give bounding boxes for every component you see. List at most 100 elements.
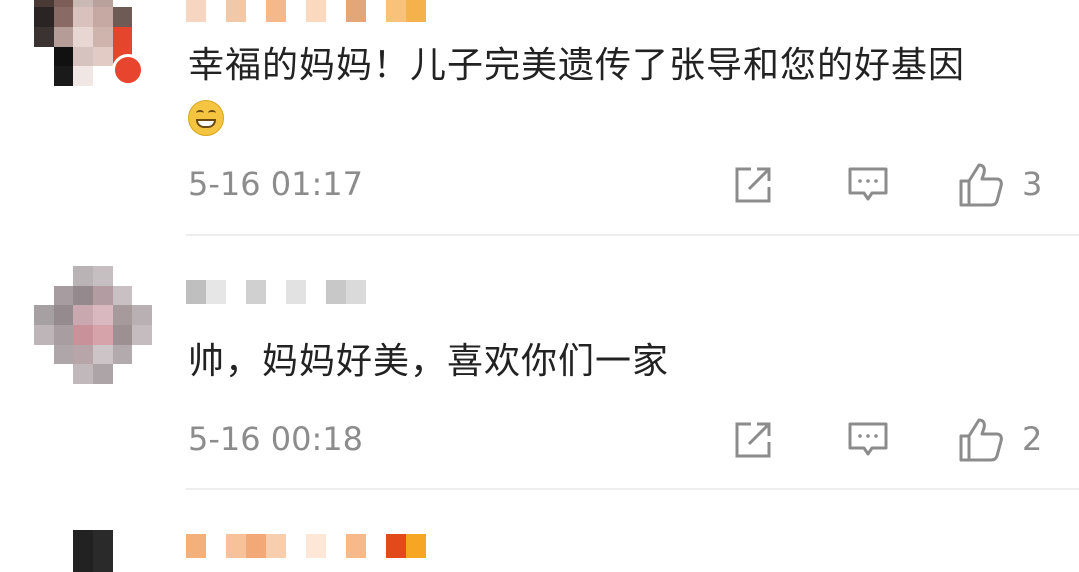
avatar-pixel [92, 66, 113, 86]
avatar-pixel [53, 305, 74, 325]
avatar-pixel [92, 530, 113, 572]
username-pixel [366, 534, 386, 558]
avatar-pixel [73, 285, 93, 306]
username-pixel [286, 280, 306, 304]
username-pixel [346, 534, 366, 558]
avatar-pixel [112, 305, 133, 325]
avatar-pixel [73, 364, 93, 384]
avatar-pixel [132, 364, 152, 384]
avatar-pixel [53, 266, 74, 286]
like-count: 2 [1022, 420, 1043, 458]
avatar-pixel [34, 285, 54, 306]
username-pixel [226, 534, 246, 558]
avatar-pixel [34, 530, 54, 572]
username-pixel [286, 534, 306, 558]
avatar-pixel [53, 364, 74, 384]
username-pixel [266, 534, 286, 558]
username-pixel [306, 534, 326, 558]
username-pixel [406, 534, 426, 558]
avatar-pixel [112, 266, 133, 286]
avatar-pixel [73, 324, 93, 345]
username-pixel [226, 0, 246, 22]
avatar-pixel [73, 266, 93, 286]
username-pixel [186, 534, 206, 558]
avatar-pixel [73, 0, 93, 8]
avatar-pixel [34, 364, 54, 384]
like-count: 3 [1022, 165, 1043, 203]
comment-text: 幸福的妈妈！儿子完美遗传了张导和您的好基因 [188, 45, 966, 86]
username-pixel [246, 280, 266, 304]
avatar-pixel [73, 26, 93, 47]
avatar-pixel [112, 364, 133, 384]
avatar-pixel [132, 7, 152, 27]
username-pixel [326, 534, 346, 558]
avatar-pixel [34, 46, 54, 67]
username-pixel [186, 280, 206, 304]
avatar[interactable] [34, 530, 152, 572]
username-pixel [226, 280, 246, 304]
share-icon[interactable] [731, 163, 775, 207]
avatar-pixel [92, 364, 113, 384]
avatar-pixel [73, 66, 93, 86]
like-icon[interactable] [957, 161, 1005, 209]
avatar-pixel [112, 26, 133, 47]
avatar-pixel [53, 66, 74, 86]
username-pixel [246, 534, 266, 558]
username-pixel [346, 280, 366, 304]
avatar[interactable] [34, 266, 152, 384]
comment-time: 5-16 01:17 [188, 165, 364, 203]
username-pixel [366, 0, 386, 22]
avatar-pixel [92, 266, 113, 286]
like-icon[interactable] [957, 416, 1005, 464]
reply-icon[interactable] [846, 163, 890, 207]
avatar-pixel [34, 0, 54, 8]
avatar-pixel [34, 324, 54, 345]
username[interactable] [186, 280, 366, 304]
avatar-pixel [34, 66, 54, 86]
username[interactable] [186, 534, 426, 558]
avatar-pixel [53, 0, 74, 8]
avatar-pixel [92, 7, 113, 27]
avatar-pixel [34, 266, 54, 286]
username-pixel [386, 0, 406, 22]
username-pixel [206, 280, 226, 304]
username-pixel [326, 280, 346, 304]
avatar-pixel [132, 0, 152, 8]
avatar-pixel [92, 0, 113, 8]
reply-icon[interactable] [846, 418, 890, 462]
avatar-pixel [132, 266, 152, 286]
avatar-pixel [112, 344, 133, 365]
username-pixel [346, 0, 366, 22]
avatar-pixel [92, 26, 113, 47]
avatar-pixel [53, 530, 74, 572]
avatar-pixel [92, 46, 113, 67]
username-pixel [186, 0, 206, 22]
avatar-pixel [34, 344, 54, 365]
grinning-face-icon [188, 100, 224, 136]
comment-item: 帅，妈妈好美，喜欢你们一家 5-16 00:18 2 [0, 236, 1079, 490]
username[interactable] [186, 0, 426, 22]
username-pixel [306, 0, 326, 22]
avatar-pixel [132, 26, 152, 47]
comment-text: 帅，妈妈好美，喜欢你们一家 [188, 341, 670, 382]
avatar-pixel [92, 344, 113, 365]
avatar-pixel [132, 285, 152, 306]
username-pixel [406, 0, 426, 22]
avatar-pixel [73, 344, 93, 365]
avatar-pixel [132, 530, 152, 572]
avatar-pixel [112, 7, 133, 27]
username-pixel [326, 0, 346, 22]
comment-time: 5-16 00:18 [188, 420, 364, 458]
avatar-pixel [34, 26, 54, 47]
avatar-pixel [112, 0, 133, 8]
avatar-pixel [53, 46, 74, 67]
avatar-pixel [34, 7, 54, 27]
share-icon[interactable] [731, 418, 775, 462]
avatar-pixel [112, 530, 133, 572]
avatar-pixel [132, 305, 152, 325]
avatar-pixel [53, 26, 74, 47]
username-pixel [246, 0, 266, 22]
username-pixel [206, 534, 226, 558]
avatar-pixel [112, 285, 133, 306]
username-pixel [386, 534, 406, 558]
